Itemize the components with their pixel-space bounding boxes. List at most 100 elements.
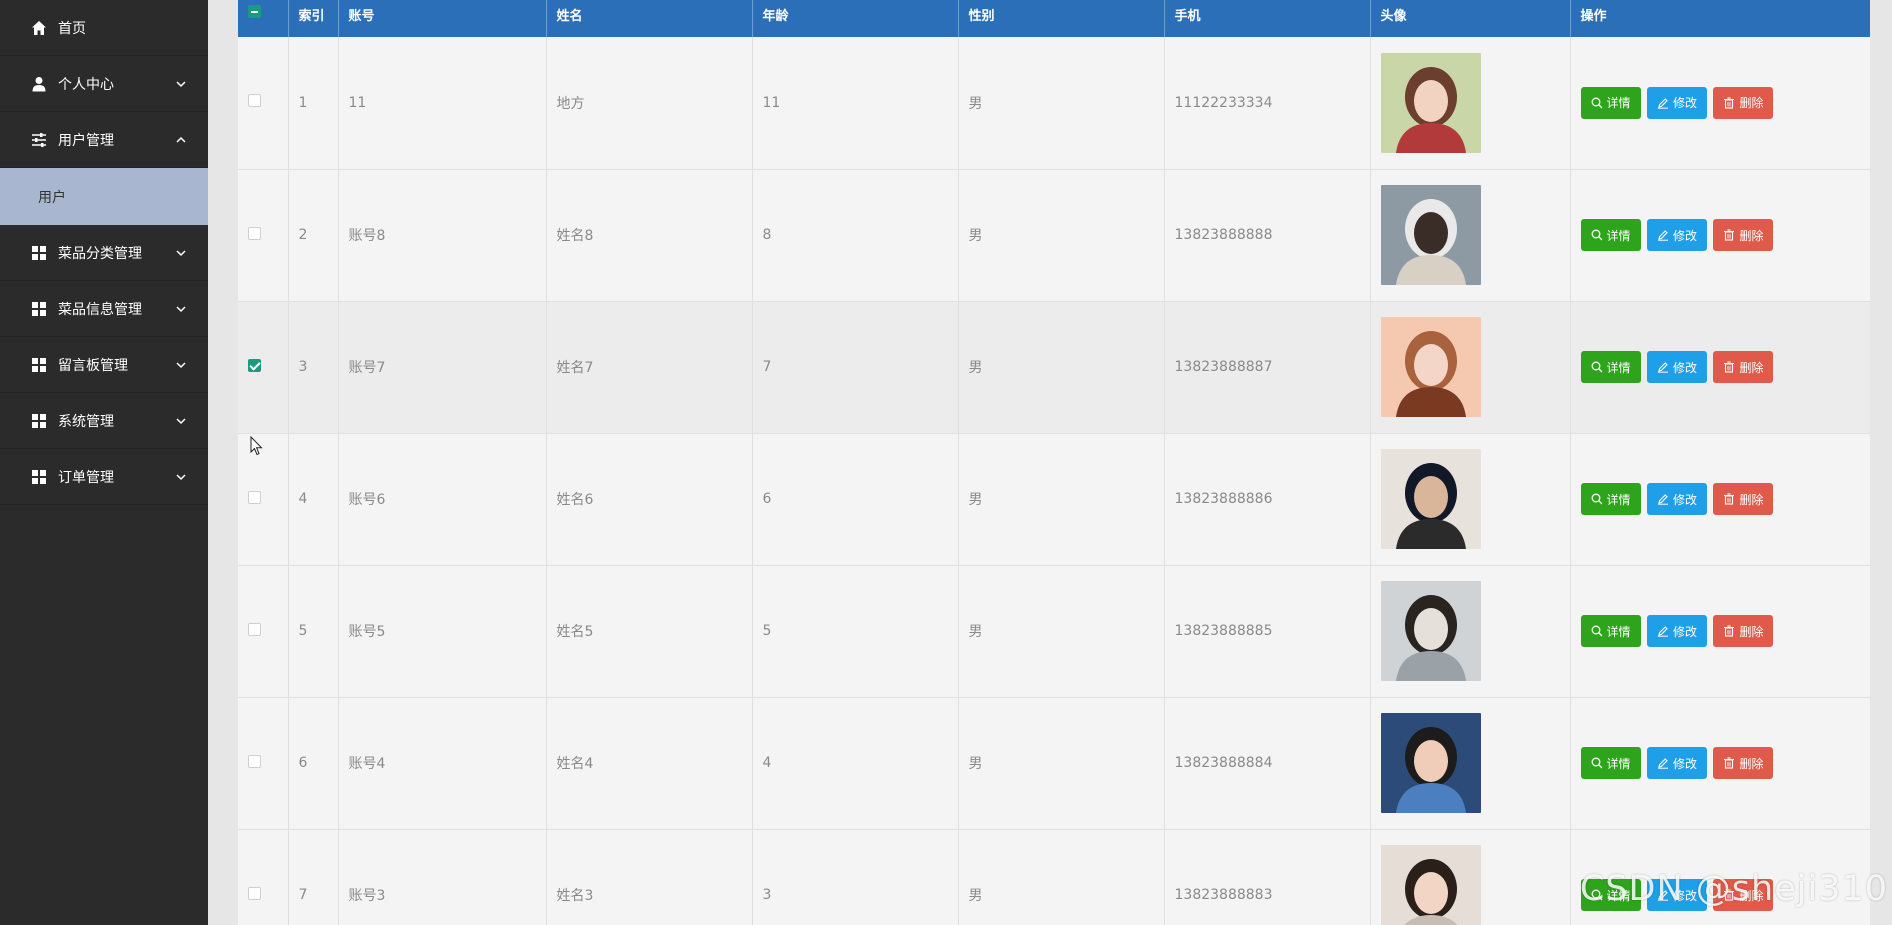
- actions-cell: 详情 修改 删除: [1570, 697, 1870, 830]
- edit-button[interactable]: 修改: [1646, 351, 1707, 383]
- actions-cell: 详情 修改 删除: [1570, 37, 1870, 170]
- row-checkbox[interactable]: [248, 94, 261, 108]
- select-all-checkbox[interactable]: [248, 5, 261, 18]
- edit-button[interactable]: 修改: [1646, 615, 1707, 647]
- row-checkbox[interactable]: [248, 490, 261, 504]
- delete-button[interactable]: 删除: [1713, 219, 1774, 251]
- avatar[interactable]: [1380, 52, 1481, 153]
- row-checkbox[interactable]: [248, 754, 261, 768]
- edit-button-label: 修改: [1672, 756, 1697, 771]
- detail-button[interactable]: 详情: [1580, 219, 1641, 251]
- avatar[interactable]: [1380, 317, 1481, 417]
- account-cell: 账号4: [338, 697, 547, 830]
- column-header-name[interactable]: 姓名: [546, 0, 753, 37]
- detail-button-label: 详情: [1606, 624, 1631, 639]
- avatar[interactable]: [1380, 185, 1481, 285]
- edit-button-label: 修改: [1672, 96, 1697, 111]
- sidebar-item-message-board[interactable]: 留言板管理: [0, 337, 208, 393]
- phone-cell: 13823888888: [1164, 169, 1371, 302]
- column-header-index[interactable]: 索引: [288, 0, 339, 37]
- avatar[interactable]: [1380, 449, 1481, 549]
- sidebar: 首页 个人中心 用户管理 用户 菜品分类管理 菜品信息管理 留言板管理 系统管理…: [0, 0, 208, 925]
- row-checkbox[interactable]: [248, 886, 261, 900]
- delete-button[interactable]: 删除: [1713, 615, 1774, 647]
- avatar-cell: [1370, 37, 1571, 170]
- sidebar-item-label: 菜品分类管理: [58, 245, 142, 262]
- chevron-down-icon: [176, 361, 186, 368]
- home-icon: [30, 19, 48, 37]
- age-cell: 7: [752, 301, 959, 434]
- delete-button[interactable]: 删除: [1713, 351, 1774, 383]
- sidebar-item-dish-info[interactable]: 菜品信息管理: [0, 281, 208, 337]
- detail-button-label: 详情: [1606, 492, 1631, 507]
- name-cell: 姓名4: [546, 697, 753, 830]
- row-select-cell: [238, 829, 289, 925]
- mouse-cursor-icon: [250, 436, 263, 456]
- edit-button[interactable]: 修改: [1646, 219, 1707, 251]
- edit-button-label: 修改: [1672, 624, 1697, 639]
- sidebar-item-dish-category[interactable]: 菜品分类管理: [0, 225, 208, 281]
- table-row[interactable]: 5 账号5 姓名5 5 男 13823888885 详情 修改 删除: [238, 565, 1870, 698]
- edit-button-label: 修改: [1672, 492, 1697, 507]
- detail-button-label: 详情: [1606, 96, 1631, 111]
- grid-icon: [30, 300, 48, 318]
- detail-button[interactable]: 详情: [1580, 615, 1641, 647]
- edit-button[interactable]: 修改: [1646, 86, 1707, 119]
- search-icon: [1591, 229, 1602, 241]
- row-select-cell: [238, 301, 289, 434]
- actions-cell: 详情 修改 删除: [1570, 301, 1870, 434]
- grid-icon: [30, 244, 48, 262]
- row-checkbox[interactable]: [248, 358, 261, 372]
- detail-button[interactable]: 详情: [1580, 351, 1641, 383]
- row-select-cell: [238, 37, 289, 170]
- column-header-gender[interactable]: 性别: [958, 0, 1165, 37]
- trash-icon: [1724, 97, 1735, 109]
- avatar[interactable]: [1380, 581, 1481, 681]
- edit-icon: [1657, 494, 1668, 505]
- detail-button[interactable]: 详情: [1580, 747, 1641, 779]
- account-cell: 账号5: [338, 565, 547, 698]
- watermark: CSDN @sheji310: [1579, 869, 1888, 909]
- table-row[interactable]: 4 账号6 姓名6 6 男 13823888886 详情 修改 删除: [238, 433, 1870, 566]
- age-cell: 3: [752, 829, 959, 925]
- sidebar-subitem-users[interactable]: 用户: [0, 168, 208, 225]
- sidebar-item-home[interactable]: 首页: [0, 0, 208, 56]
- column-header-account[interactable]: 账号: [338, 0, 547, 37]
- table-row[interactable]: 3 账号7 姓名7 7 男 13823888887 详情 修改 删除: [238, 301, 1870, 434]
- sidebar-item-profile[interactable]: 个人中心: [0, 56, 208, 112]
- delete-button-label: 删除: [1739, 756, 1764, 771]
- delete-button[interactable]: 删除: [1713, 747, 1774, 779]
- detail-button[interactable]: 详情: [1580, 86, 1641, 119]
- gender-cell: 男: [958, 301, 1165, 434]
- column-header-actions: 操作: [1570, 0, 1870, 37]
- edit-button[interactable]: 修改: [1646, 747, 1707, 779]
- search-icon: [1591, 625, 1602, 637]
- sidebar-item-orders[interactable]: 订单管理: [0, 449, 208, 505]
- age-cell: 5: [752, 565, 959, 698]
- gender-cell: 男: [958, 829, 1165, 925]
- sidebar-item-user-management[interactable]: 用户管理: [0, 112, 208, 168]
- grid-icon: [30, 356, 48, 374]
- avatar[interactable]: [1380, 713, 1481, 813]
- table-header-row: 索引 账号 姓名 年龄 性别 手机 头像 操作: [238, 0, 1870, 37]
- sidebar-item-system[interactable]: 系统管理: [0, 393, 208, 449]
- detail-button[interactable]: 详情: [1580, 483, 1641, 515]
- avatar-cell: [1370, 565, 1571, 698]
- row-checkbox[interactable]: [248, 226, 261, 240]
- table-row[interactable]: 1 11 地方 11 男 11122233334 详情 修改 删除: [238, 37, 1870, 170]
- sidebar-item-label: 个人中心: [58, 76, 114, 93]
- sidebar-item-label: 首页: [58, 20, 86, 37]
- column-header-age[interactable]: 年龄: [752, 0, 959, 37]
- column-header-phone[interactable]: 手机: [1164, 0, 1371, 37]
- avatar-cell: [1370, 301, 1571, 434]
- trash-icon: [1724, 625, 1735, 637]
- chevron-down-icon: [176, 473, 186, 480]
- delete-button[interactable]: 删除: [1713, 483, 1774, 515]
- table-row[interactable]: 2 账号8 姓名8 8 男 13823888888 详情 修改 删除: [238, 169, 1870, 302]
- table-row[interactable]: 6 账号4 姓名4 4 男 13823888884 详情 修改 删除: [238, 697, 1870, 830]
- row-checkbox[interactable]: [248, 622, 261, 636]
- name-cell: 姓名3: [546, 829, 753, 925]
- avatar[interactable]: [1380, 845, 1481, 925]
- edit-button[interactable]: 修改: [1646, 483, 1707, 515]
- delete-button[interactable]: 删除: [1713, 86, 1774, 119]
